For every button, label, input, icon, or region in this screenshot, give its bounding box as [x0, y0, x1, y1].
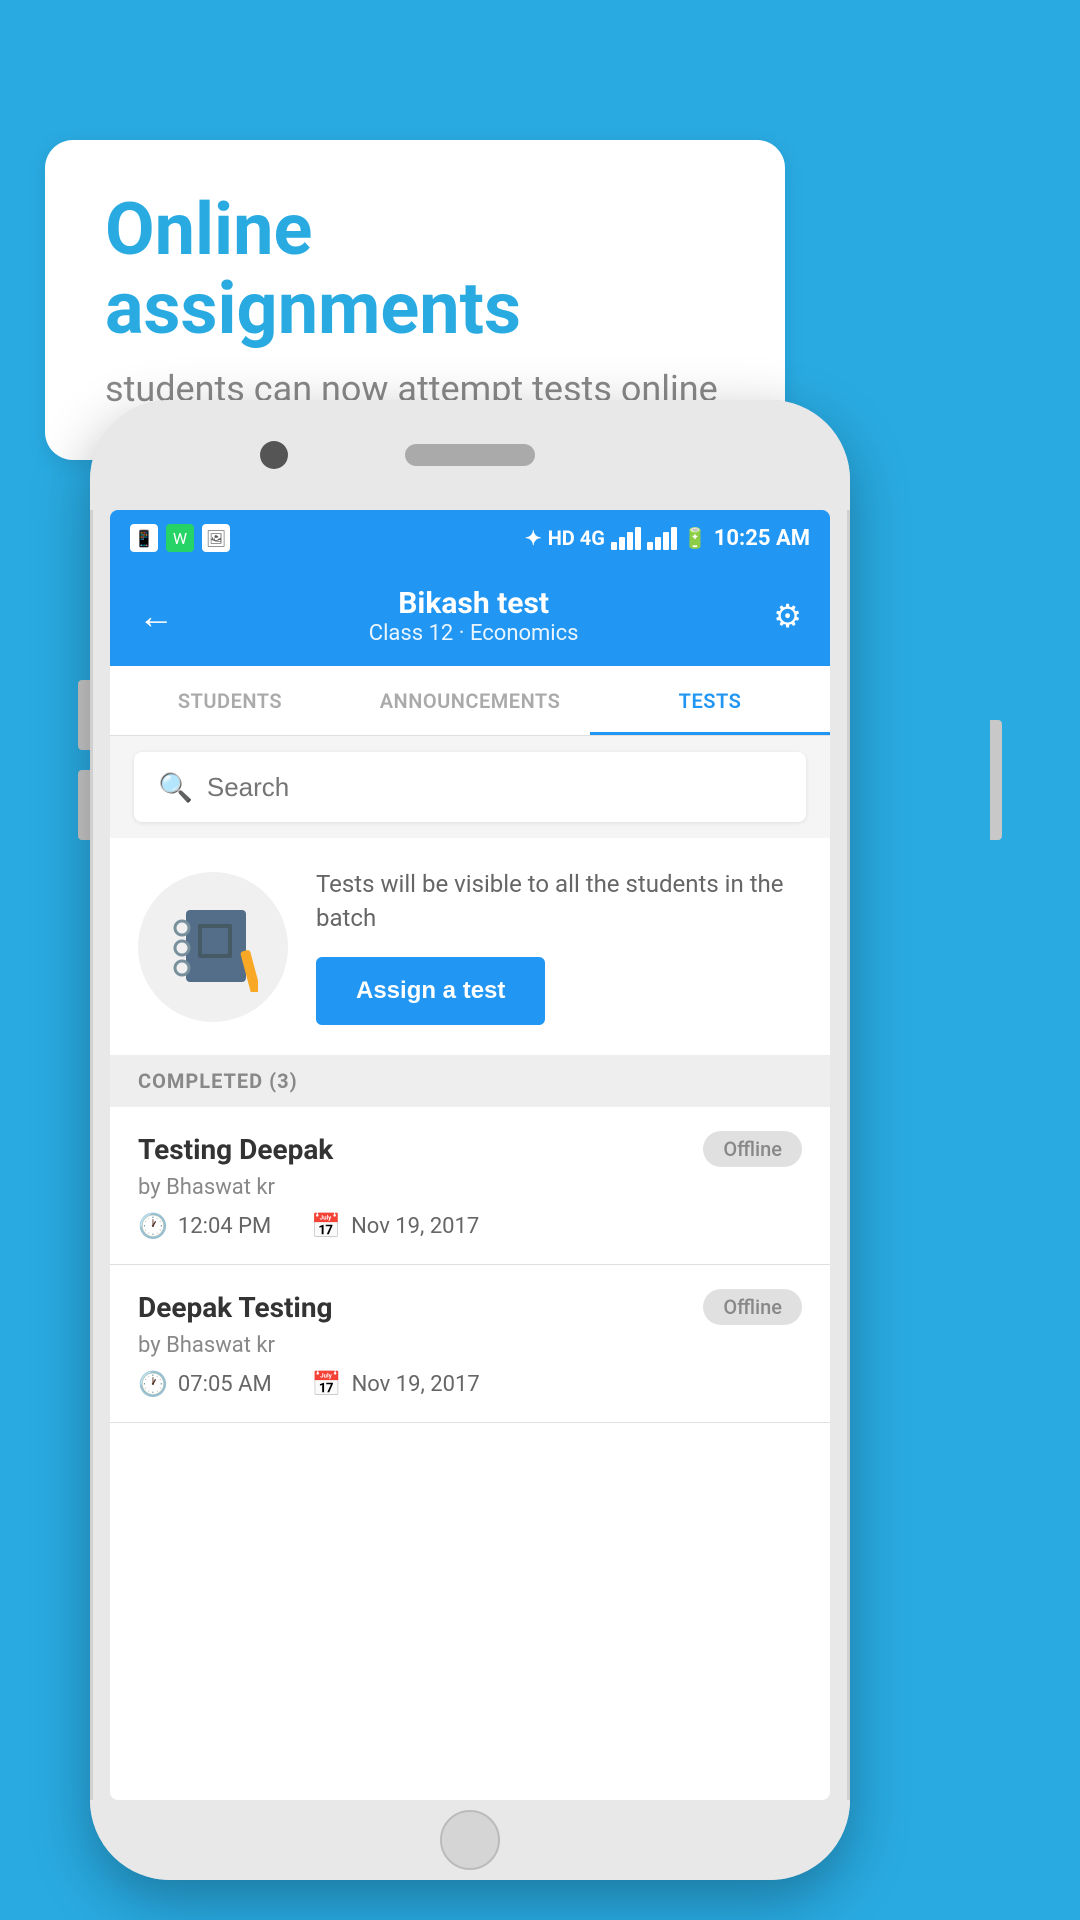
offline-badge-1: Offline	[703, 1131, 802, 1167]
signal-bars-1	[611, 527, 641, 550]
notebook-svg	[168, 902, 258, 992]
network-label: HD 4G	[548, 526, 605, 550]
assign-icon-circle	[138, 872, 288, 1022]
test-item-header-1: Testing Deepak Offline	[138, 1131, 802, 1167]
volume-buttons	[78, 680, 90, 840]
app-bar: ← Bikash test Class 12 · Economics ⚙	[110, 566, 830, 666]
phone-bottom	[90, 1800, 850, 1880]
volume-down-button	[78, 770, 90, 840]
status-right: ✦ HD 4G 🔋 10:25 AM	[525, 526, 810, 551]
test-date-1: 📅 Nov 19, 2017	[311, 1212, 479, 1240]
test-name-2: Deepak Testing	[138, 1291, 333, 1324]
search-bar[interactable]: 🔍	[134, 752, 806, 822]
app-bar-title: Bikash test Class 12 · Economics	[369, 586, 579, 646]
notebook-icon	[168, 902, 258, 992]
bubble-title: Online assignments	[105, 190, 725, 348]
signal-bars-2	[647, 527, 677, 550]
battery-icon: 🔋	[683, 526, 708, 550]
calendar-icon-1: 📅	[311, 1212, 341, 1240]
tab-students[interactable]: STUDENTS	[110, 666, 350, 735]
notification-icon-3: 🖼	[202, 524, 230, 552]
tab-announcements[interactable]: ANNOUNCEMENTS	[350, 666, 590, 735]
status-bar: 📱 W 🖼 ✦ HD 4G 🔋	[110, 510, 830, 566]
search-input[interactable]	[207, 772, 782, 803]
phone-top	[90, 400, 850, 510]
back-button[interactable]: ←	[138, 595, 174, 637]
phone-camera	[260, 441, 288, 469]
test-time-1: 🕐 12:04 PM	[138, 1212, 271, 1240]
phone-screen: 📱 W 🖼 ✦ HD 4G 🔋	[110, 510, 830, 1800]
test-item-2: Deepak Testing Offline by Bhaswat kr 🕐 0…	[110, 1265, 830, 1423]
tabs-bar: STUDENTS ANNOUNCEMENTS TESTS	[110, 666, 830, 736]
clock-icon-1: 🕐	[138, 1212, 168, 1240]
phone-frame: 📱 W 🖼 ✦ HD 4G 🔋	[90, 400, 850, 1880]
notification-icon-2: W	[166, 524, 194, 552]
test-item-header-2: Deepak Testing Offline	[138, 1289, 802, 1325]
class-title: Bikash test	[369, 586, 579, 621]
completed-header: COMPLETED (3)	[110, 1055, 830, 1107]
test-time-2: 🕐 07:05 AM	[138, 1370, 272, 1398]
test-name-1: Testing Deepak	[138, 1133, 333, 1166]
assign-test-button[interactable]: Assign a test	[316, 957, 545, 1025]
class-subtitle: Class 12 · Economics	[369, 621, 579, 646]
bluetooth-icon: ✦	[525, 526, 542, 550]
tab-tests[interactable]: TESTS	[590, 666, 830, 735]
offline-badge-2: Offline	[703, 1289, 802, 1325]
test-date-2: 📅 Nov 19, 2017	[312, 1370, 480, 1398]
phone-speaker	[405, 444, 535, 466]
power-button-body	[990, 720, 1002, 840]
calendar-icon-2: 📅	[312, 1370, 342, 1398]
settings-button[interactable]: ⚙	[773, 597, 802, 635]
test-author-2: by Bhaswat kr	[138, 1333, 802, 1358]
assign-right: Tests will be visible to all the student…	[316, 868, 802, 1025]
power-button	[990, 720, 1002, 840]
status-left-icons: 📱 W 🖼	[130, 524, 230, 552]
search-container: 🔍	[110, 736, 830, 838]
home-button[interactable]	[440, 1810, 500, 1870]
search-icon: 🔍	[158, 771, 193, 804]
test-author-1: by Bhaswat kr	[138, 1175, 802, 1200]
time-display: 10:25 AM	[714, 526, 810, 551]
clock-icon-2: 🕐	[138, 1370, 168, 1398]
assign-section: Tests will be visible to all the student…	[110, 838, 830, 1055]
assign-info-text: Tests will be visible to all the student…	[316, 868, 802, 935]
notification-icon-1: 📱	[130, 524, 158, 552]
volume-up-button	[78, 680, 90, 750]
test-item: Testing Deepak Offline by Bhaswat kr 🕐 1…	[110, 1107, 830, 1265]
test-meta-2: 🕐 07:05 AM 📅 Nov 19, 2017	[138, 1370, 802, 1398]
test-meta-1: 🕐 12:04 PM 📅 Nov 19, 2017	[138, 1212, 802, 1240]
